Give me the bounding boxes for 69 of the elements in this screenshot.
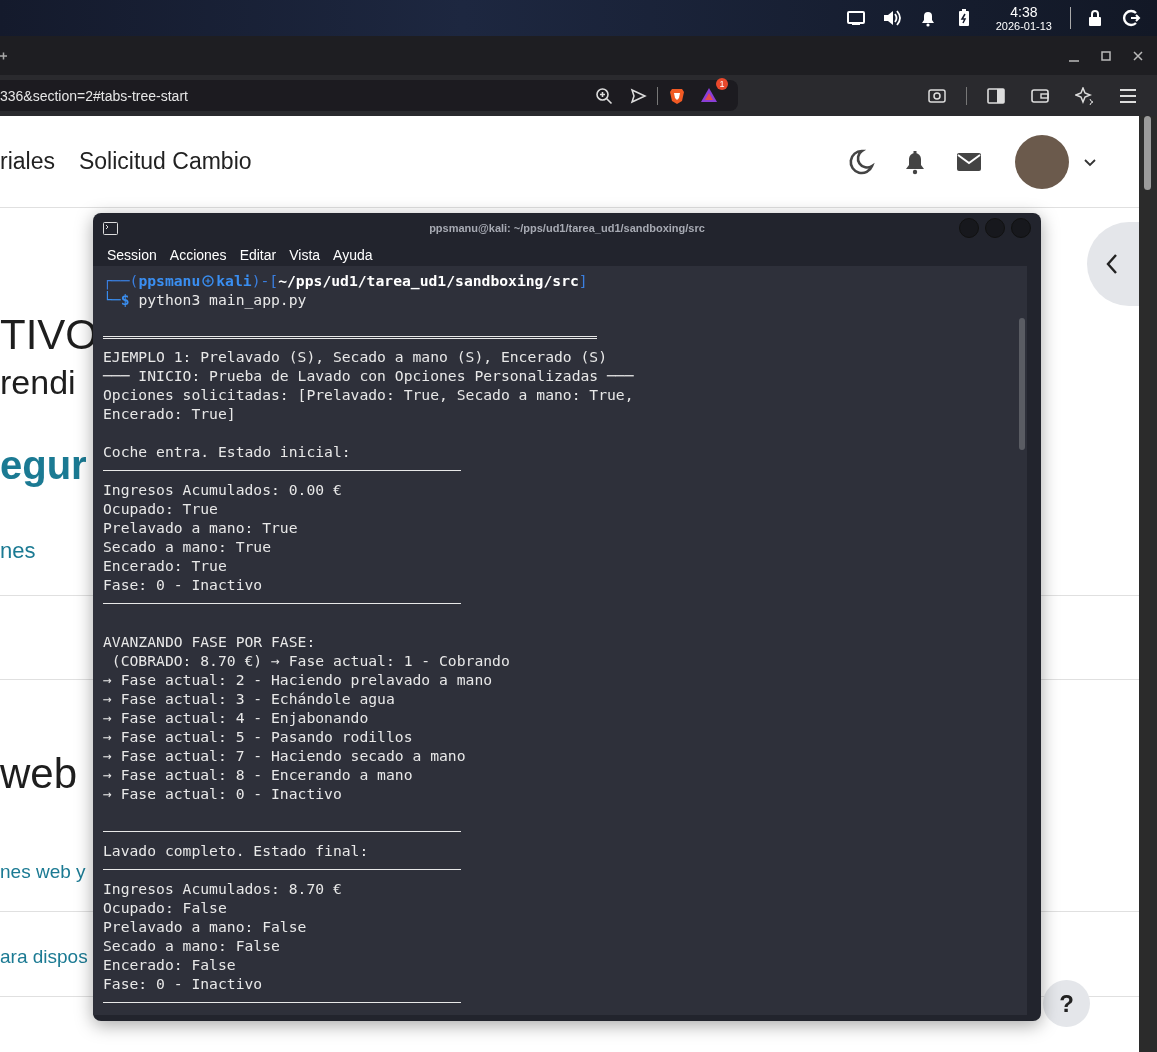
page-heading: web [0, 750, 78, 798]
scrollbar-thumb[interactable] [1144, 116, 1151, 190]
nav-link[interactable]: riales [0, 148, 55, 175]
terminal-output-line: EJEMPLO 1: Prelavado (S), Secado a mano (S), Encerado (S) [103, 348, 608, 365]
prompt-user: ┌──(ppsmanu [103, 271, 201, 290]
terminal-output-line: Secado a mano: True [103, 538, 271, 555]
command-line: └─$ python3 main_app.py [103, 291, 307, 308]
terminal-output-line: Fase: 0 - Inactivo [103, 576, 263, 593]
terminal-output-line: → Fase actual: 2 - Haciendo prelavado a mano [103, 671, 493, 688]
terminal-output-line: → Fase actual: 5 - Pasando rodillos [103, 728, 413, 745]
terminal-output-line: (COBRADO: 8.70 €) → Fase actual: 1 - Cobrando [110, 652, 510, 669]
terminal-output-line: Prelavado a mano: False [103, 918, 307, 935]
sidebar-icon[interactable] [987, 86, 1005, 105]
scrollbar-thumb[interactable] [1019, 318, 1025, 450]
zoom-icon[interactable] [595, 86, 613, 105]
nav-link[interactable]: Solicitud Cambio [78, 148, 252, 175]
clock-time: 4:38 [1010, 4, 1038, 20]
help-button[interactable]: ? [1043, 980, 1090, 1027]
terminal-output-line: → Fase actual: 4 - Enjabonando [103, 709, 369, 726]
menu-item[interactable]: Ayuda [333, 246, 373, 263]
terminal-output-line: Coche entra. Estado inicial: [103, 443, 351, 460]
maximize-icon[interactable] [1099, 48, 1113, 63]
terminal-output-line: AVANZANDO FASE POR FASE: [103, 633, 316, 650]
terminal-output-line: → Fase actual: 8 - Encerando a mano [103, 766, 413, 783]
terminal-output-line: Prelavado a mano: True [103, 519, 298, 536]
menu-item[interactable]: Acciones [169, 246, 227, 263]
page-heading: TIVO [0, 311, 98, 359]
circled-symbol-icon [202, 274, 215, 287]
terminal-output-line: → Fase actual: 0 - Inactivo [103, 785, 342, 802]
terminal-output-line: Opciones solicitadas: [Prelavado: True, Secado a mano: True, [103, 386, 634, 403]
notification-badge: 1 [716, 77, 728, 90]
terminal-output-line: Secado a mano: False [103, 937, 280, 954]
terminal-icon [103, 221, 118, 235]
prompt-path: kali)-[~/pps/ud1/tarea_ud1/sandboxing/src] [216, 271, 588, 290]
user-avatar[interactable] [1015, 134, 1069, 189]
terminal-output-line: Ingresos Acumulados: 8.70 € [103, 880, 342, 897]
terminal-output-line: Fase: 0 - Inactivo [103, 975, 263, 992]
chevron-left-icon [1105, 253, 1119, 275]
course-title: egur [0, 442, 87, 488]
window-title: ppsmanu@kali: ~/pps/ud1/tarea_ud1/sandboxing/src [428, 222, 706, 234]
address-bar[interactable]: 336&section=2#tabs-tree-start 1 [0, 80, 738, 111]
close-icon[interactable] [1131, 48, 1145, 63]
menu-icon[interactable] [1119, 86, 1137, 105]
section-link[interactable]: nes web y [0, 860, 86, 883]
menu-item[interactable]: Editar [239, 246, 277, 263]
section-link[interactable]: ara dispos [0, 945, 88, 968]
terminal-output-line: Ocupado: True [103, 500, 218, 517]
page-subheading: rendi [0, 362, 76, 402]
terminal-output-line: Ingresos Acumulados: 0.00 € [103, 481, 342, 498]
clock-date: 2026-01-13 [995, 19, 1052, 32]
terminal-output-line: Ocupado: False [103, 899, 227, 916]
terminal-output-line: → Fase actual: 3 - Echándole agua [103, 690, 395, 707]
terminal-output-line: Encerado: False [103, 956, 236, 973]
menu-item[interactable]: Session [107, 246, 157, 263]
logout-icon[interactable] [1121, 8, 1141, 28]
sparkle-icon[interactable] [1075, 86, 1093, 105]
terminal-output-line: Encerado: True] [103, 405, 236, 422]
section-tab[interactable]: nes [0, 538, 36, 564]
screenshot-icon[interactable] [928, 86, 946, 105]
terminal-output-line: → Fase actual: 7 - Haciendo secado a mano [103, 747, 466, 764]
moon-icon[interactable] [847, 147, 875, 176]
menu-item[interactable]: Vista [289, 246, 321, 263]
wallet-icon[interactable] [1031, 86, 1049, 105]
terminal-output-line: ─── INICIO: Prueba de Lavado con Opciones Personalizadas ─── [103, 367, 634, 384]
terminal-output-line: Encerado: True [103, 557, 227, 574]
send-icon[interactable] [629, 86, 647, 105]
speaker-icon[interactable] [881, 8, 902, 28]
monitor-icon[interactable] [845, 8, 866, 28]
terminal-output-line: Lavado completo. Estado final: [103, 842, 369, 859]
